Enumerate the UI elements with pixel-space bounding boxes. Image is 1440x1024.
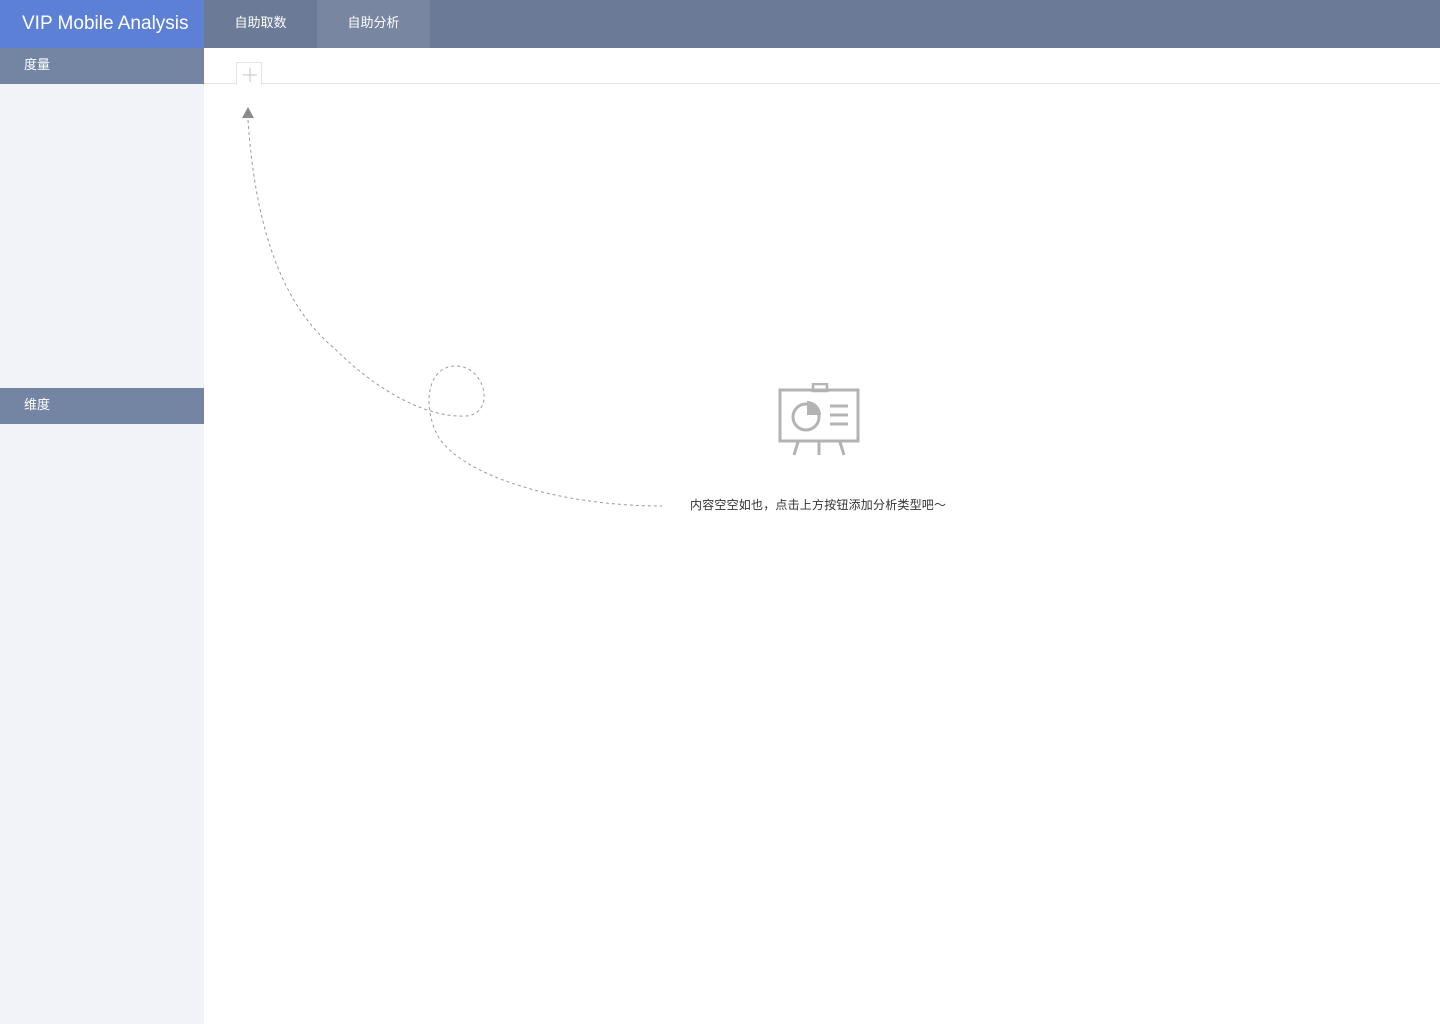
sidebar: 度量 维度 [0, 48, 204, 1024]
tab-self-service-analysis[interactable]: 自助分析 [317, 0, 430, 48]
app-title: VIP Mobile Analysis [0, 0, 204, 48]
tab-self-service-data[interactable]: 自助取数 [204, 0, 317, 48]
guide-arrow-icon [242, 107, 663, 507]
sidebar-section-dimensions: 维度 [0, 388, 204, 424]
empty-state-message: 内容空空如也，点击上方按钮添加分析类型吧～ [690, 498, 947, 512]
sidebar-section-measures: 度量 [0, 48, 204, 84]
presentation-board-icon [778, 383, 860, 456]
main-content: 内容空空如也，点击上方按钮添加分析类型吧～ [204, 48, 1440, 1024]
top-nav-bar: VIP Mobile Analysis 自助取数 自助分析 [0, 0, 1440, 48]
